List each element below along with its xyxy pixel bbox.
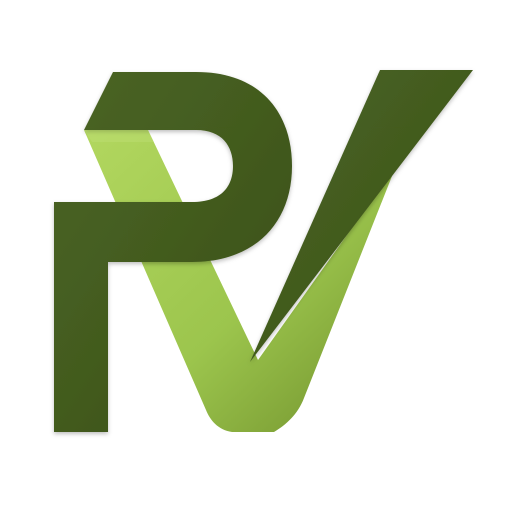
v-dark-arm — [250, 70, 473, 362]
pv-logo-icon: PV — [54, 70, 473, 432]
v-light-highlight — [84, 130, 154, 142]
logo-canvas: PV — [0, 0, 512, 512]
